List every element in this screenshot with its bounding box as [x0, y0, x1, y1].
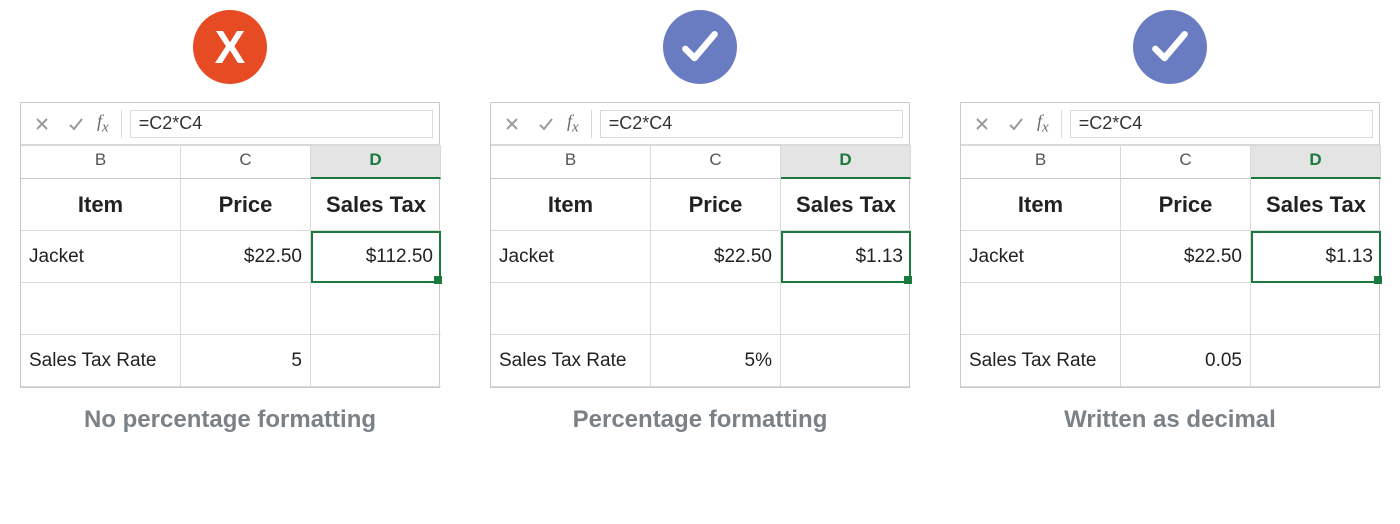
formula-input[interactable]: =C2*C4 — [130, 110, 433, 138]
panel-percentage: fx =C2*C4 B C D Item Price Sales Tax Jac… — [490, 10, 910, 434]
cell-empty[interactable] — [781, 335, 911, 387]
formula-bar: fx =C2*C4 — [491, 103, 909, 145]
fx-icon: fx — [97, 111, 109, 137]
cell-rate-label[interactable]: Sales Tax Rate — [21, 335, 181, 387]
header-price[interactable]: Price — [651, 179, 781, 231]
cell-empty[interactable] — [961, 283, 1121, 335]
cell-tax[interactable]: $1.13 — [781, 231, 911, 283]
check-icon — [1008, 116, 1024, 132]
header-tax[interactable]: Sales Tax — [781, 179, 911, 231]
spreadsheet: fx =C2*C4 B C D Item Price Sales Tax Jac… — [490, 102, 910, 388]
col-header-b[interactable]: B — [961, 145, 1121, 179]
col-header-c[interactable]: C — [1121, 145, 1251, 179]
grid: B C D Item Price Sales Tax Jacket $22.50… — [491, 145, 909, 387]
check-badge — [663, 10, 737, 84]
formula-cancel-button[interactable] — [967, 109, 997, 139]
cell-item[interactable]: Jacket — [491, 231, 651, 283]
cell-empty[interactable] — [181, 283, 311, 335]
col-header-b[interactable]: B — [491, 145, 651, 179]
divider — [121, 110, 122, 138]
cell-empty[interactable] — [1251, 283, 1381, 335]
divider — [591, 110, 592, 138]
cell-tax[interactable]: $1.13 — [1251, 231, 1381, 283]
header-item[interactable]: Item — [961, 179, 1121, 231]
cell-price[interactable]: $22.50 — [181, 231, 311, 283]
cell-item[interactable]: Jacket — [21, 231, 181, 283]
cell-rate-label[interactable]: Sales Tax Rate — [961, 335, 1121, 387]
formula-bar: fx =C2*C4 — [961, 103, 1379, 145]
cell-item[interactable]: Jacket — [961, 231, 1121, 283]
cross-badge: X — [193, 10, 267, 84]
formula-cancel-button[interactable] — [497, 109, 527, 139]
check-badge — [1133, 10, 1207, 84]
grid: B C D Item Price Sales Tax Jacket $22.50… — [21, 145, 439, 387]
panel-caption: Written as decimal — [1064, 406, 1276, 434]
cell-tax[interactable]: $112.50 — [311, 231, 441, 283]
panel-no-formatting: X fx =C2*C4 B C D Item Price Sales Ta — [20, 10, 440, 434]
cell-empty[interactable] — [21, 283, 181, 335]
cell-empty[interactable] — [651, 283, 781, 335]
col-header-c[interactable]: C — [181, 145, 311, 179]
panel-caption: No percentage formatting — [84, 406, 376, 434]
header-price[interactable]: Price — [1121, 179, 1251, 231]
check-icon — [678, 25, 722, 69]
divider — [1061, 110, 1062, 138]
comparison-row: X fx =C2*C4 B C D Item Price Sales Ta — [20, 10, 1380, 434]
header-tax[interactable]: Sales Tax — [1251, 179, 1381, 231]
x-icon: X — [215, 24, 246, 70]
cell-empty[interactable] — [1121, 283, 1251, 335]
col-header-b[interactable]: B — [21, 145, 181, 179]
check-icon — [538, 116, 554, 132]
formula-input[interactable]: =C2*C4 — [1070, 110, 1373, 138]
cell-rate-value[interactable]: 5 — [181, 335, 311, 387]
header-price[interactable]: Price — [181, 179, 311, 231]
formula-bar: fx =C2*C4 — [21, 103, 439, 145]
cell-rate-label[interactable]: Sales Tax Rate — [491, 335, 651, 387]
cell-price[interactable]: $22.50 — [651, 231, 781, 283]
header-item[interactable]: Item — [21, 179, 181, 231]
fx-icon: fx — [567, 111, 579, 137]
header-item[interactable]: Item — [491, 179, 651, 231]
check-icon — [1148, 25, 1192, 69]
x-icon — [974, 116, 990, 132]
col-header-d[interactable]: D — [1251, 145, 1381, 179]
spreadsheet: fx =C2*C4 B C D Item Price Sales Tax Jac… — [960, 102, 1380, 388]
spreadsheet: fx =C2*C4 B C D Item Price Sales Tax Jac… — [20, 102, 440, 388]
formula-accept-button[interactable] — [1001, 109, 1031, 139]
panel-caption: Percentage formatting — [573, 406, 828, 434]
cell-empty[interactable] — [491, 283, 651, 335]
cell-empty[interactable] — [311, 335, 441, 387]
formula-cancel-button[interactable] — [27, 109, 57, 139]
fx-icon: fx — [1037, 111, 1049, 137]
check-icon — [68, 116, 84, 132]
grid: B C D Item Price Sales Tax Jacket $22.50… — [961, 145, 1379, 387]
formula-input[interactable]: =C2*C4 — [600, 110, 903, 138]
col-header-d[interactable]: D — [781, 145, 911, 179]
cell-rate-value[interactable]: 0.05 — [1121, 335, 1251, 387]
panel-decimal: fx =C2*C4 B C D Item Price Sales Tax Jac… — [960, 10, 1380, 434]
header-tax[interactable]: Sales Tax — [311, 179, 441, 231]
col-header-c[interactable]: C — [651, 145, 781, 179]
cell-empty[interactable] — [311, 283, 441, 335]
x-icon — [34, 116, 50, 132]
cell-empty[interactable] — [781, 283, 911, 335]
cell-price[interactable]: $22.50 — [1121, 231, 1251, 283]
col-header-d[interactable]: D — [311, 145, 441, 179]
x-icon — [504, 116, 520, 132]
formula-accept-button[interactable] — [531, 109, 561, 139]
formula-accept-button[interactable] — [61, 109, 91, 139]
cell-rate-value[interactable]: 5% — [651, 335, 781, 387]
cell-empty[interactable] — [1251, 335, 1381, 387]
